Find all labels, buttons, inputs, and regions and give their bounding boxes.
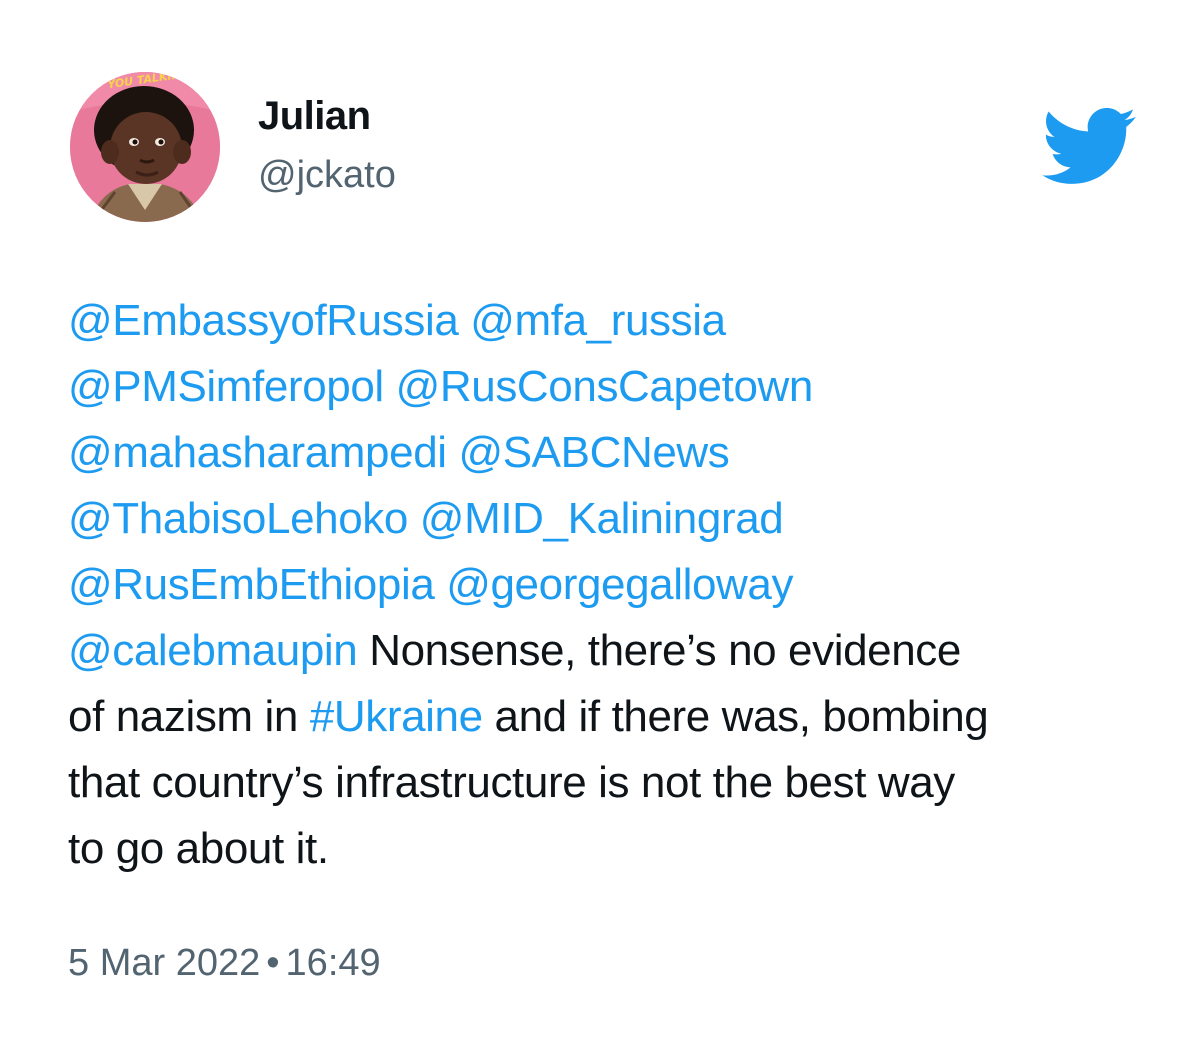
tweet-text-segment	[384, 362, 396, 411]
twitter-bird-icon[interactable]	[1042, 108, 1136, 184]
hashtag-link[interactable]: #Ukraine	[310, 692, 483, 741]
display-name[interactable]: Julian	[258, 93, 371, 139]
tweet-text-line: @EmbassyofRussia @mfa_russia	[68, 288, 1158, 354]
tweet-text-segment: and if there was, bombing	[482, 692, 989, 741]
mention-link[interactable]: @MID_Kaliningrad	[420, 494, 784, 543]
mention-link[interactable]: @EmbassyofRussia	[68, 296, 459, 345]
mention-link[interactable]: @RusEmbEthiopia	[68, 560, 435, 609]
tweet-text-line: @ThabisoLehoko @MID_Kaliningrad	[68, 486, 1158, 552]
tweet-text-segment	[447, 428, 459, 477]
tweet-text-segment	[434, 560, 446, 609]
mention-link[interactable]: @calebmaupin	[68, 626, 358, 675]
tweet-date: 5 Mar 2022	[68, 942, 261, 984]
mention-link[interactable]: @mfa_russia	[470, 296, 726, 345]
tweet-text-segment	[458, 296, 470, 345]
mention-link[interactable]: @PMSimferopol	[68, 362, 384, 411]
tweet-text-segment: that country’s infrastructure is not the…	[68, 758, 955, 807]
tweet-text-line: @calebmaupin Nonsense, there’s no eviden…	[68, 618, 1158, 684]
tweet-timestamp[interactable]: 5 Mar 2022 • 16:49	[68, 938, 381, 988]
tweet-text-line: @PMSimferopol @RusConsCapetown	[68, 354, 1158, 420]
tweet-text-line: @RusEmbEthiopia @georgegalloway	[68, 552, 1158, 618]
tweet-text-line: that country’s infrastructure is not the…	[68, 750, 1158, 816]
avatar[interactable]: YOU TALKIN	[70, 72, 220, 222]
tweet-time: 16:49	[285, 942, 381, 984]
tweet-text-line: to go about it.	[68, 816, 1158, 882]
avatar-image: YOU TALKIN	[70, 72, 220, 222]
mention-link[interactable]: @ThabisoLehoko	[68, 494, 408, 543]
tweet-text-segment: Nonsense, there’s no evidence	[357, 626, 961, 675]
mention-link[interactable]: @RusConsCapetown	[396, 362, 814, 411]
tweet-text-segment	[408, 494, 420, 543]
mention-link[interactable]: @SABCNews	[458, 428, 729, 477]
mention-link[interactable]: @georgegalloway	[446, 560, 793, 609]
tweet-text-line: @mahasharampedi @SABCNews	[68, 420, 1158, 486]
mention-link[interactable]: @mahasharampedi	[68, 428, 447, 477]
tweet-card: YOU TALKIN Julian @jckato @EmbassyofRuss…	[0, 0, 1200, 1052]
tweet-text: @EmbassyofRussia @mfa_russia @PMSimferopo…	[68, 288, 1158, 882]
tweet-text-segment: of nazism in	[68, 692, 310, 741]
tweet-text-line: of nazism in #Ukraine and if there was, …	[68, 684, 1158, 750]
user-handle[interactable]: @jckato	[258, 152, 396, 198]
timestamp-separator: •	[266, 942, 280, 984]
tweet-text-segment: to go about it.	[68, 824, 329, 873]
